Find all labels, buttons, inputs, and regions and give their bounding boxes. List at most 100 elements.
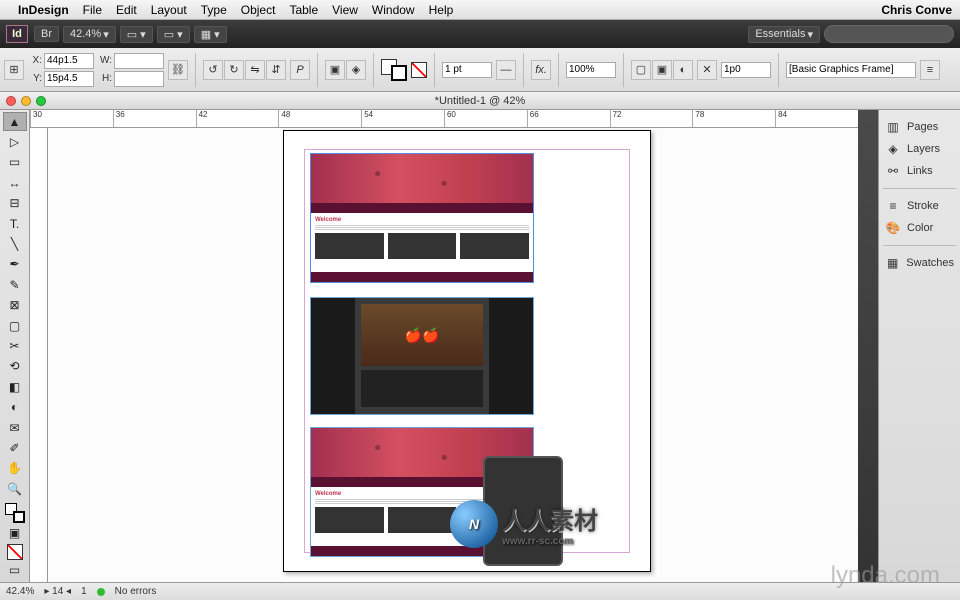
color-panel-button[interactable]: 🎨Color [883,217,956,239]
fill-stroke-swatch[interactable] [381,59,407,81]
flip-h-icon[interactable]: ⇋ [245,60,265,80]
view-options-button[interactable]: ▭ ▾ [120,26,153,43]
phone-overlay [483,456,563,566]
y-label: Y: [28,73,42,84]
selection-tool-icon[interactable]: ▲ [3,112,27,131]
stroke-style-dropdown[interactable]: — [496,60,516,80]
gradient-feather-tool-icon[interactable]: ◐ [3,397,27,416]
fx-button[interactable]: fx. [531,60,551,80]
preflight-ok-icon [97,588,105,596]
page[interactable]: Welcome 🍎🍎 Welcome [283,130,651,572]
indesign-logo-icon: Id [6,25,28,43]
swatches-panel-button[interactable]: ▦Swatches [883,252,956,274]
menu-file[interactable]: File [83,3,102,17]
arrange-button[interactable]: ▦ ▾ [194,26,227,43]
h-label: H: [98,73,112,84]
menu-type[interactable]: Type [201,3,227,17]
x-param-input[interactable] [721,62,771,78]
menu-layout[interactable]: Layout [151,3,187,17]
hand-tool-icon[interactable]: ✋ [3,459,27,478]
layers-panel-button[interactable]: ◈Layers [883,138,956,160]
menu-table[interactable]: Table [289,3,318,17]
status-page[interactable]: 1 [81,586,87,597]
horizontal-ruler[interactable]: 30364248546066727884 [30,110,858,128]
wrap-none-icon[interactable]: ▢ [631,60,651,80]
stroke-panel-button[interactable]: ≡Stroke [883,195,956,217]
window-controls[interactable] [6,96,46,106]
screen-mode-button[interactable]: ▭ ▾ [157,26,190,43]
workspace-dropdown[interactable]: Essentials ▾ [748,26,820,43]
stroke-weight-input[interactable] [442,62,492,78]
status-zoom[interactable]: 42.4% [6,586,34,597]
note-tool-icon[interactable]: ✉ [3,418,27,437]
gradient-swatch-tool-icon[interactable]: ◧ [3,377,27,396]
eyedropper-tool-icon[interactable]: ✐ [3,438,27,457]
line-tool-icon[interactable]: ╲ [3,234,27,253]
panel-dock: ▥Pages ◈Layers ⚯Links ≡Stroke 🎨Color ▦Sw… [878,110,960,582]
scissors-tool-icon[interactable]: ✂ [3,336,27,355]
minimize-icon[interactable] [21,96,31,106]
search-input[interactable] [824,25,954,43]
close-icon[interactable] [6,96,16,106]
placed-image-3[interactable]: Welcome [310,427,534,557]
reference-point-icon[interactable]: ⊞ [4,60,24,80]
w-input[interactable] [114,53,164,69]
object-style-dropdown[interactable] [786,62,916,78]
dock-strip[interactable] [858,110,878,582]
h-input[interactable] [114,71,164,87]
pages-panel-button[interactable]: ▥Pages [883,116,956,138]
flip-v-icon[interactable]: ⇵ [266,60,286,80]
panel-menu-icon[interactable]: ≡ [920,60,940,80]
menu-edit[interactable]: Edit [116,3,137,17]
menu-window[interactable]: Window [372,3,415,17]
screen-mode-toggle-icon[interactable]: ▭ [3,561,27,580]
pasteboard[interactable]: Welcome 🍎🍎 Welcome [48,128,858,582]
zoom-tool-icon[interactable]: 🔍 [3,479,27,498]
bridge-button[interactable]: Br [34,26,59,42]
content-collector-tool-icon[interactable]: ⊟ [3,194,27,213]
zoom-icon[interactable] [36,96,46,106]
pencil-tool-icon[interactable]: ✎ [3,275,27,294]
formatting-container-icon[interactable]: ▣ [3,524,27,543]
none-swatch-icon[interactable] [411,62,427,78]
menu-help[interactable]: Help [429,3,454,17]
select-container-icon[interactable]: ▣ [325,60,345,80]
wrap-shape-icon[interactable]: ◐ [673,60,693,80]
rotate-ccw-icon[interactable]: ↺ [203,60,223,80]
links-panel-button[interactable]: ⚯Links [883,160,956,182]
wrap-bbox-icon[interactable]: ▣ [652,60,672,80]
rectangle-frame-tool-icon[interactable]: ⊠ [3,296,27,315]
constrain-icon[interactable]: ⛓ [168,60,188,80]
x-input[interactable] [44,53,94,69]
color-icon: 🎨 [885,221,901,235]
placed-image-2[interactable]: 🍎🍎 [310,297,534,415]
p-icon[interactable]: P [290,60,310,80]
menu-object[interactable]: Object [241,3,276,17]
stroke-icon: ≡ [885,199,901,213]
free-transform-tool-icon[interactable]: ⟲ [3,357,27,376]
document-title: *Untitled-1 @ 42% [435,95,526,107]
vertical-ruler[interactable] [30,128,48,582]
status-errors[interactable]: No errors [115,586,157,597]
opacity-input[interactable] [566,62,616,78]
direct-selection-tool-icon[interactable]: ▷ [3,132,27,151]
fill-stroke-toolbox-icon[interactable] [5,503,25,522]
pen-tool-icon[interactable]: ✒ [3,255,27,274]
rotate-cw-icon[interactable]: ↻ [224,60,244,80]
page-tool-icon[interactable]: ▭ [3,153,27,172]
control-panel: ⊞ X: Y: W: H: ⛓ ↺ ↻ ⇋ ⇵ P ▣ ◈ — fx. ▢ ▣ … [0,48,960,92]
menu-view[interactable]: View [332,3,358,17]
zoom-dropdown[interactable]: 42.4% ▾ [63,26,116,43]
rectangle-tool-icon[interactable]: ▢ [3,316,27,335]
placed-image-1[interactable]: Welcome [310,153,534,283]
gap-tool-icon[interactable]: ↔ [3,173,27,192]
select-content-icon[interactable]: ◈ [346,60,366,80]
links-icon: ⚯ [885,164,901,178]
type-tool-icon[interactable]: T. [3,214,27,233]
apply-none-icon[interactable] [7,544,23,560]
app-menu[interactable]: InDesign [18,3,69,17]
x-label: X: [28,55,42,66]
app-bar: Id Br 42.4% ▾ ▭ ▾ ▭ ▾ ▦ ▾ Essentials ▾ [0,20,960,48]
x-param-icon: ✕ [697,60,717,80]
y-input[interactable] [44,71,94,87]
